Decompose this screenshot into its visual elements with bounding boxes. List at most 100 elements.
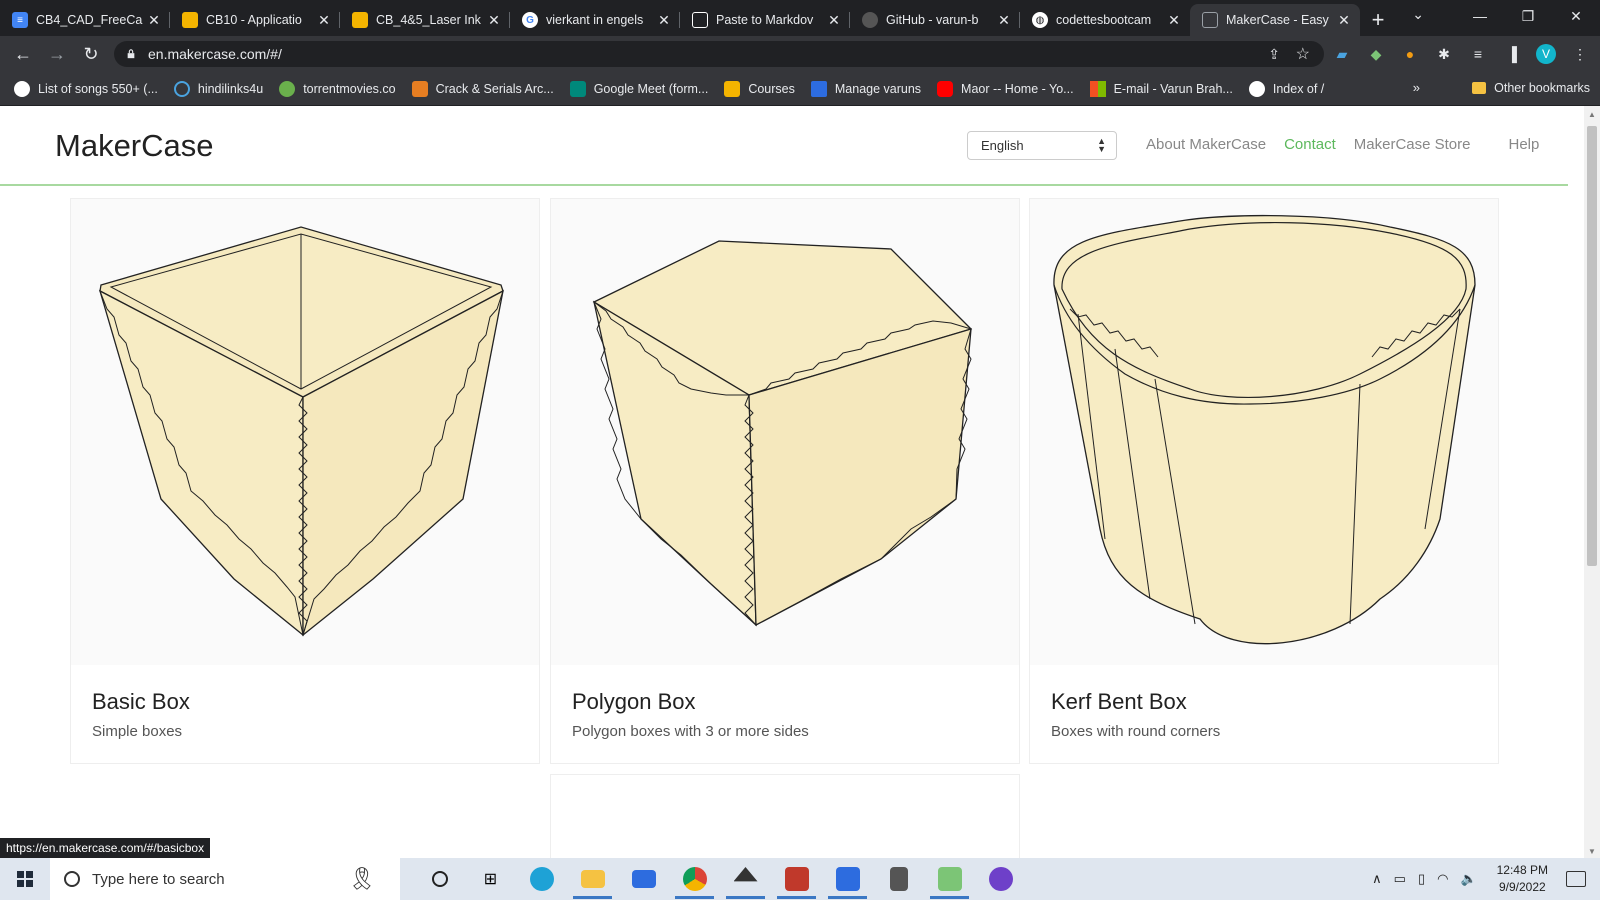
forward-icon[interactable]: → <box>40 44 74 65</box>
clock[interactable]: 12:48 PM 9/9/2022 <box>1497 862 1548 896</box>
address-bar[interactable]: en.makercase.com/#/ ⇪ ☆ <box>114 41 1324 67</box>
menu-icon[interactable]: ⋮ <box>1570 44 1590 64</box>
task-view-icon[interactable]: ⊞ <box>465 858 516 900</box>
close-icon[interactable]: ✕ <box>656 12 672 29</box>
mail-icon[interactable] <box>618 858 669 900</box>
back-icon[interactable]: ← <box>6 44 40 65</box>
wifi-icon[interactable]: ◠ <box>1437 871 1448 887</box>
kerf-bent-box-illustration <box>1030 199 1498 665</box>
edge-icon[interactable] <box>516 858 567 900</box>
tab-search-icon[interactable]: ⌄ <box>1412 6 1424 23</box>
volume-icon[interactable]: 🔈 <box>1460 871 1476 887</box>
device-icon[interactable]: ▭ <box>1394 871 1406 887</box>
minimize-icon[interactable]: — <box>1456 0 1504 32</box>
lock-icon <box>127 49 135 59</box>
bookmark-item[interactable]: List of songs 550+ (... <box>14 80 158 97</box>
cortana-icon[interactable] <box>414 858 465 900</box>
close-icon[interactable]: ✕ <box>826 12 842 29</box>
extension-icon[interactable]: ◆ <box>1366 44 1386 64</box>
browser-toolbar: ← → ↻ en.makercase.com/#/ ⇪ ☆ ▰ ◆ ● ✱ ≡ … <box>0 36 1600 72</box>
page-scrollbar[interactable]: ▲ ▼ <box>1584 106 1600 858</box>
settings-app-icon[interactable] <box>822 858 873 900</box>
card-partial[interactable] <box>550 774 1020 858</box>
media-icon[interactable]: ≡ <box>1468 44 1488 64</box>
browser-tab[interactable]: Gvierkant in engels ✕ <box>510 4 680 36</box>
start-button[interactable] <box>0 858 50 900</box>
url-text: en.makercase.com/#/ <box>148 46 282 62</box>
file-explorer-icon[interactable] <box>567 858 618 900</box>
browser-tab[interactable]: Paste to Markdov ✕ <box>680 4 850 36</box>
browser-tab[interactable]: CB10 - Applicatio ✕ <box>170 4 340 36</box>
calculator-icon[interactable] <box>873 858 924 900</box>
language-select[interactable]: English ▲ ▼ <box>967 131 1117 160</box>
tab-title: MakerCase - Easy <box>1226 13 1329 27</box>
battery-icon[interactable]: ▯ <box>1418 871 1425 887</box>
new-tab-button[interactable]: + <box>1360 4 1396 36</box>
slides-icon <box>182 12 198 28</box>
side-panel-icon[interactable]: ▐ <box>1502 44 1522 64</box>
bookmark-item[interactable]: Google Meet (form... <box>569 80 708 97</box>
scroll-up-icon[interactable]: ▲ <box>1588 110 1596 119</box>
google-icon: G <box>522 12 538 28</box>
share-icon[interactable]: ⇪ <box>1268 46 1280 63</box>
nav-store[interactable]: MakerCase Store <box>1354 136 1471 153</box>
card-title: Kerf Bent Box <box>1051 689 1187 714</box>
close-icon[interactable]: ✕ <box>146 12 162 29</box>
browser-tab[interactable]: ≡ CB4_CAD_FreeCa ✕ <box>0 4 170 36</box>
card-polygon-box[interactable]: Polygon Box Polygon boxes with 3 or more… <box>550 198 1020 764</box>
close-window-icon[interactable]: ✕ <box>1552 0 1600 32</box>
inkscape-icon[interactable] <box>720 858 771 900</box>
browser-tab[interactable]: GitHub - varun-b ✕ <box>850 4 1020 36</box>
github-desktop-icon[interactable] <box>975 858 1026 900</box>
bookmark-item[interactable]: Index of / <box>1248 80 1324 97</box>
bookmark-item[interactable]: torrentmovies.co <box>279 80 396 97</box>
tab-title: codettesbootcam <box>1056 13 1152 27</box>
browser-tab[interactable]: ◍ codettesbootcam ✕ <box>1020 4 1190 36</box>
scrollbar-thumb[interactable] <box>1587 126 1597 566</box>
system-tray: ∧ ▭ ▯ ◠ 🔈 12:48 PM 9/9/2022 <box>1372 858 1600 900</box>
site-logo[interactable]: MakerCase <box>55 128 214 164</box>
browser-tab-strip: ≡ CB4_CAD_FreeCa ✕ CB10 - Applicatio ✕ CB_4… <box>0 0 1600 36</box>
more-bookmarks-button[interactable]: » <box>1413 80 1420 95</box>
avatar[interactable]: V <box>1536 44 1556 64</box>
bookmark-item[interactable]: Manage varuns <box>810 80 921 97</box>
card-basic-box[interactable]: Basic Box Simple boxes <box>70 198 540 764</box>
bookmark-item[interactable]: E-mail - Varun Brah... <box>1089 80 1233 97</box>
reload-icon[interactable]: ↻ <box>74 44 108 65</box>
paint-icon[interactable] <box>924 858 975 900</box>
other-bookmarks[interactable]: Other bookmarks <box>1472 81 1590 95</box>
restore-icon[interactable]: ❐ <box>1504 0 1552 32</box>
chrome-icon[interactable] <box>669 858 720 900</box>
taskbar-search[interactable]: Type here to search 🎗 <box>50 858 400 900</box>
tab-title: Paste to Markdov <box>716 13 814 27</box>
notification-icon[interactable] <box>1566 871 1586 887</box>
close-icon[interactable]: ✕ <box>316 12 332 29</box>
nav-about[interactable]: About MakerCase <box>1146 136 1266 153</box>
close-icon[interactable]: ✕ <box>486 12 502 29</box>
browser-tab-active[interactable]: MakerCase - Easy ✕ <box>1190 4 1360 36</box>
bookmark-item[interactable]: Crack & Serials Arc... <box>411 80 554 97</box>
close-icon[interactable]: ✕ <box>1166 12 1182 29</box>
card-kerf-bent-box[interactable]: Kerf Bent Box Boxes with round corners <box>1029 198 1499 764</box>
app-icon[interactable] <box>771 858 822 900</box>
bookmark-item[interactable]: Maor -- Home - Yo... <box>937 80 1074 97</box>
z-icon <box>810 80 827 97</box>
card-title: Polygon Box <box>572 689 696 714</box>
site-icon <box>279 80 296 97</box>
puzzle-icon[interactable]: ✱ <box>1434 44 1454 64</box>
chevron-up-icon[interactable]: ∧ <box>1372 871 1382 887</box>
bookmark-item[interactable]: hindilinks4u <box>173 80 263 97</box>
basic-box-illustration <box>71 199 539 665</box>
bookmark-item[interactable]: Courses <box>724 80 795 97</box>
site-icon <box>411 80 428 97</box>
polygon-box-illustration <box>551 199 1019 665</box>
close-icon[interactable]: ✕ <box>1336 12 1352 29</box>
nav-help[interactable]: Help <box>1508 136 1539 153</box>
extension-icon[interactable]: ▰ <box>1332 44 1352 64</box>
scroll-down-icon[interactable]: ▼ <box>1588 847 1596 856</box>
extension-icon[interactable]: ● <box>1400 44 1420 64</box>
nav-contact[interactable]: Contact <box>1284 136 1336 153</box>
browser-tab[interactable]: CB_4&5_Laser Ink ✕ <box>340 4 510 36</box>
bookmark-star-icon[interactable]: ☆ <box>1296 44 1310 64</box>
close-icon[interactable]: ✕ <box>996 12 1012 29</box>
